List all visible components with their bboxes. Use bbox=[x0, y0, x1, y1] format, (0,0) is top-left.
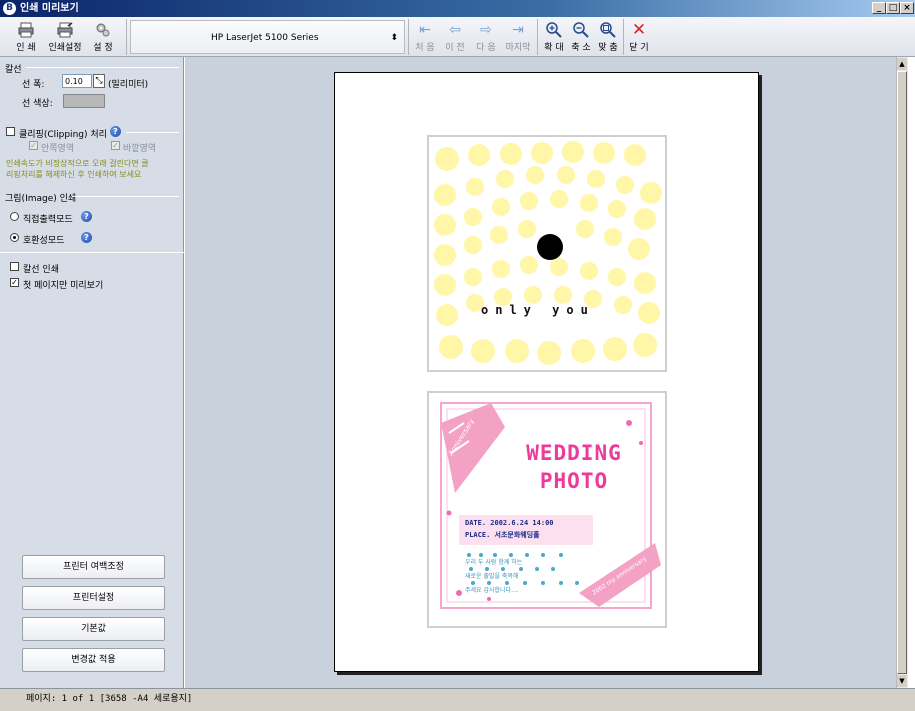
window-title: 인쇄 미리보기 bbox=[20, 3, 79, 14]
divider bbox=[126, 132, 179, 133]
close-icon: ✕ bbox=[631, 20, 647, 40]
close-window-button[interactable]: × bbox=[900, 2, 914, 14]
scroll-down-icon[interactable]: ▼ bbox=[897, 675, 907, 687]
inner-area-label: 안쪽영역 bbox=[41, 144, 75, 154]
card-wedding-photo: WEDDING PHOTO Anniversary 2002 my annive… bbox=[427, 391, 667, 628]
direct-mode-radio[interactable] bbox=[10, 212, 19, 221]
wedding-date: DATE. 2002.6.24 14:00 bbox=[465, 519, 554, 527]
line-width-input[interactable] bbox=[62, 74, 92, 88]
first-page-icon: ⇤ bbox=[419, 22, 431, 38]
page-status: 페이지: 1 of 1 [3658 -A4 세로용지] bbox=[26, 694, 193, 704]
clipping-note-line-1: 인쇄속도가 비정상적으로 오래 걸린다면 클 bbox=[6, 159, 149, 168]
toolbar-separator bbox=[126, 19, 127, 55]
printer-select[interactable]: HP LaserJet 5100 Series ⬍ bbox=[130, 20, 405, 54]
zoom-in-button[interactable]: 확 대 bbox=[541, 19, 567, 55]
clipping-note-line-2: 리핑처리를 해제하신 후 인쇄하여 보세요 bbox=[6, 170, 142, 179]
printer-settings-icon bbox=[56, 21, 74, 39]
zoom-fit-icon bbox=[599, 21, 617, 39]
outer-area-label: 바깥영역 bbox=[123, 144, 157, 154]
first-page-button[interactable]: ⇤ 처 음 bbox=[412, 19, 438, 55]
printer-setup-button[interactable]: 프린터설정 bbox=[22, 586, 165, 610]
print-settings-button[interactable]: 인쇄설정 bbox=[46, 19, 84, 55]
wedding-message-line-2: 새로운 출발을 축복해 bbox=[465, 573, 519, 580]
toolbar-separator bbox=[623, 19, 624, 55]
wedding-place: PLACE. 서초문화웨딩홀 bbox=[465, 531, 540, 539]
cutline-print-checkbox[interactable] bbox=[10, 262, 19, 271]
gear-icon bbox=[94, 21, 112, 39]
clipping-label: 클리핑(Clipping) 처리 bbox=[19, 130, 107, 140]
maximize-button[interactable]: □ bbox=[886, 2, 900, 14]
compat-mode-radio[interactable] bbox=[10, 233, 19, 242]
arrow-left-icon: ⇦ bbox=[449, 22, 461, 38]
divider bbox=[26, 67, 179, 68]
line-color-swatch[interactable] bbox=[63, 94, 105, 108]
default-values-button[interactable]: 기본값 bbox=[22, 617, 165, 641]
select-arrow-icon: ⬍ bbox=[390, 33, 398, 43]
app-icon: B bbox=[3, 2, 16, 15]
scroll-up-icon[interactable]: ▲ bbox=[897, 58, 907, 70]
toolbar-separator bbox=[408, 19, 409, 55]
card-only-you: only you bbox=[427, 135, 667, 372]
first-page-only-label: 첫 페이지만 미리보기 bbox=[23, 281, 104, 291]
cutline-section-title: 칼선 bbox=[5, 65, 22, 75]
only-you-text: only you bbox=[481, 303, 595, 317]
wedding-message-line-3: 주세요 감사합니다.... bbox=[465, 587, 519, 594]
clipping-checkbox[interactable] bbox=[6, 127, 15, 136]
zoom-out-icon bbox=[572, 21, 590, 39]
settings-button[interactable]: 설 정 bbox=[88, 19, 118, 55]
preview-area[interactable]: only you WEDDING PHOTO Anniversary 2002 … bbox=[185, 57, 896, 688]
direct-mode-label: 직접출력모드 bbox=[23, 215, 73, 225]
image-section-title: 그림(Image) 인쇄 bbox=[5, 194, 77, 204]
close-button[interactable]: ✕ 닫 기 bbox=[626, 19, 652, 55]
title-bar: 인쇄 미리보기 bbox=[0, 0, 915, 17]
options-panel: 칼선 선 폭: ⤡ (밀리미터) 선 색상: 클리핑(Clipping) 처리 … bbox=[0, 57, 184, 688]
divider bbox=[72, 196, 179, 197]
cutline-print-label: 칼선 인쇄 bbox=[23, 265, 59, 275]
line-width-unit: (밀리미터) bbox=[108, 80, 149, 90]
photo-title: PHOTO bbox=[539, 469, 609, 493]
divider bbox=[0, 252, 184, 253]
scrollbar-thumb[interactable] bbox=[897, 71, 907, 674]
zoom-in-icon bbox=[545, 21, 563, 39]
outer-area-checkbox[interactable]: ✓ bbox=[111, 141, 120, 150]
inner-area-checkbox[interactable]: ✓ bbox=[29, 141, 38, 150]
prev-page-button[interactable]: ⇦ 이 전 bbox=[442, 19, 468, 55]
printer-icon bbox=[17, 21, 35, 39]
toolbar-separator bbox=[537, 19, 538, 55]
wedding-title: WEDDING bbox=[526, 441, 622, 465]
line-width-picker-icon[interactable]: ⤡ bbox=[93, 74, 105, 88]
arrow-right-icon: ⇨ bbox=[480, 22, 492, 38]
last-page-icon: ⇥ bbox=[512, 22, 524, 38]
preview-page: only you WEDDING PHOTO Anniversary 2002 … bbox=[334, 72, 759, 672]
card-only-you-artwork bbox=[434, 141, 662, 365]
wedding-message-line-1: 우리 두 사람 함께 하는 bbox=[465, 559, 523, 566]
compat-mode-label: 호환성모드 bbox=[23, 236, 65, 246]
help-icon[interactable]: ? bbox=[81, 232, 92, 243]
help-icon[interactable]: ? bbox=[110, 126, 121, 137]
printer-margin-button[interactable]: 프린터 여백조정 bbox=[22, 555, 165, 579]
minimize-button[interactable]: _ bbox=[872, 2, 886, 14]
line-color-label: 선 색상: bbox=[22, 99, 53, 109]
fit-button[interactable]: 맞 춤 bbox=[595, 19, 621, 55]
print-button[interactable]: 인 쇄 bbox=[8, 19, 44, 55]
last-page-button[interactable]: ⇥ 마지막 bbox=[503, 19, 533, 55]
first-page-only-checkbox[interactable]: ✓ bbox=[10, 278, 19, 287]
help-icon[interactable]: ? bbox=[81, 211, 92, 222]
status-bar: 페이지: 1 of 1 [3658 -A4 세로용지] bbox=[0, 688, 915, 711]
apply-changes-button[interactable]: 변경값 적용 bbox=[22, 648, 165, 672]
line-width-label: 선 폭: bbox=[22, 80, 45, 90]
zoom-out-button[interactable]: 축 소 bbox=[568, 19, 594, 55]
next-page-button[interactable]: ⇨ 다 음 bbox=[473, 19, 499, 55]
